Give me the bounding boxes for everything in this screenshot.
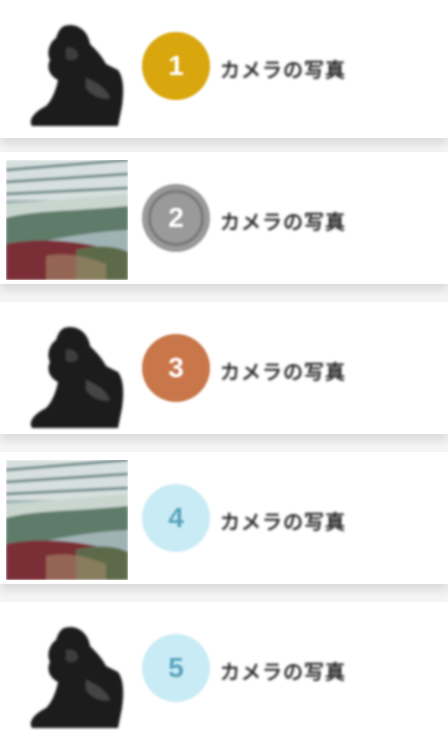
greenhouse-photo bbox=[6, 460, 128, 580]
ranking-item-1[interactable]: 1 カメラの写真 bbox=[0, 0, 448, 138]
rank-badge: 2 bbox=[142, 184, 210, 252]
rank-badge: 5 bbox=[142, 634, 210, 702]
item-title[interactable]: カメラの写真 bbox=[220, 506, 346, 535]
rank-number: 4 bbox=[168, 502, 184, 533]
rank-number: 5 bbox=[168, 652, 184, 683]
thumbnail-greenhouse[interactable] bbox=[6, 460, 128, 580]
rank-number: 3 bbox=[168, 352, 184, 383]
item-title[interactable]: カメラの写真 bbox=[220, 356, 346, 385]
ranking-item-2[interactable]: 2 カメラの写真 bbox=[0, 152, 448, 284]
item-title[interactable]: カメラの写真 bbox=[220, 206, 346, 235]
thumbnail-gorilla[interactable] bbox=[6, 310, 128, 430]
thumbnail-greenhouse[interactable] bbox=[6, 160, 128, 280]
ranking-item-4[interactable]: 4 カメラの写真 bbox=[0, 452, 448, 584]
rank-number: 1 bbox=[168, 50, 184, 81]
gorilla-silhouette-icon bbox=[30, 626, 124, 728]
rank-badge: 3 bbox=[142, 334, 210, 402]
badge-ring bbox=[148, 190, 204, 246]
greenhouse-photo bbox=[6, 160, 128, 280]
rank-badge: 4 bbox=[142, 484, 210, 552]
item-title[interactable]: カメラの写真 bbox=[220, 656, 346, 685]
thumbnail-gorilla[interactable] bbox=[6, 8, 128, 128]
gorilla-silhouette-icon bbox=[30, 24, 124, 127]
thumbnail-gorilla[interactable] bbox=[6, 610, 128, 730]
gorilla-silhouette-icon bbox=[30, 326, 124, 428]
rank-badge: 1 bbox=[142, 32, 210, 100]
ranking-item-5[interactable]: 5 カメラの写真 bbox=[0, 602, 448, 735]
ranking-list: 1 カメラの写真 2 カメラの写真 3 カメラの写真 4 カメラの写真 5 カメ… bbox=[0, 0, 448, 735]
ranking-item-3[interactable]: 3 カメラの写真 bbox=[0, 302, 448, 434]
item-title[interactable]: カメラの写真 bbox=[220, 54, 346, 83]
